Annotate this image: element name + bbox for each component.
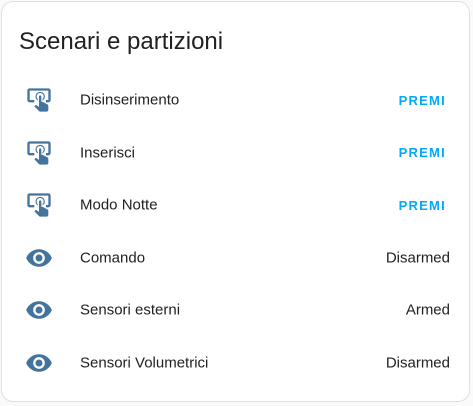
eye-icon [25, 244, 53, 272]
entity-name: Disinserimento [80, 91, 180, 109]
eye-icon [25, 296, 53, 324]
entity-row-disinserimento: Disinserimento PREMI [2, 74, 469, 127]
entity-row-inserisci: Inserisci PREMI [2, 127, 469, 180]
entity-state: Disarmed [385, 354, 450, 372]
gesture-tap-button-icon[interactable] [25, 139, 53, 167]
card-title: Scenari e partizioni [19, 28, 224, 55]
entity-state: Armed [405, 301, 450, 319]
entity-row-modo-notte: Modo Notte PREMI [2, 179, 469, 232]
premi-button-inserisci[interactable]: PREMI [390, 138, 455, 168]
entity-row-sensori-esterni[interactable]: Sensori esterni Armed [2, 284, 469, 337]
gesture-tap-button-icon[interactable] [25, 191, 53, 219]
entity-list: Disinserimento PREMI Inserisci PREMI Mod… [2, 74, 469, 389]
gesture-tap-button-icon[interactable] [25, 86, 53, 114]
entity-name: Inserisci [80, 144, 136, 162]
entity-name: Comando [80, 249, 146, 267]
entity-state: Disarmed [385, 249, 450, 267]
entity-row-comando[interactable]: Comando Disarmed [2, 232, 469, 285]
entity-name: Sensori Volumetrici [80, 354, 209, 372]
entity-name: Modo Notte [80, 196, 158, 214]
premi-button-modo-notte[interactable]: PREMI [390, 190, 455, 220]
entity-name: Sensori esterni [80, 301, 181, 319]
entities-card: Scenari e partizioni Disinserimento PREM… [1, 1, 470, 402]
eye-icon [25, 349, 53, 377]
entity-row-sensori-volumetrici[interactable]: Sensori Volumetrici Disarmed [2, 337, 469, 390]
premi-button-disinserimento[interactable]: PREMI [390, 85, 455, 115]
